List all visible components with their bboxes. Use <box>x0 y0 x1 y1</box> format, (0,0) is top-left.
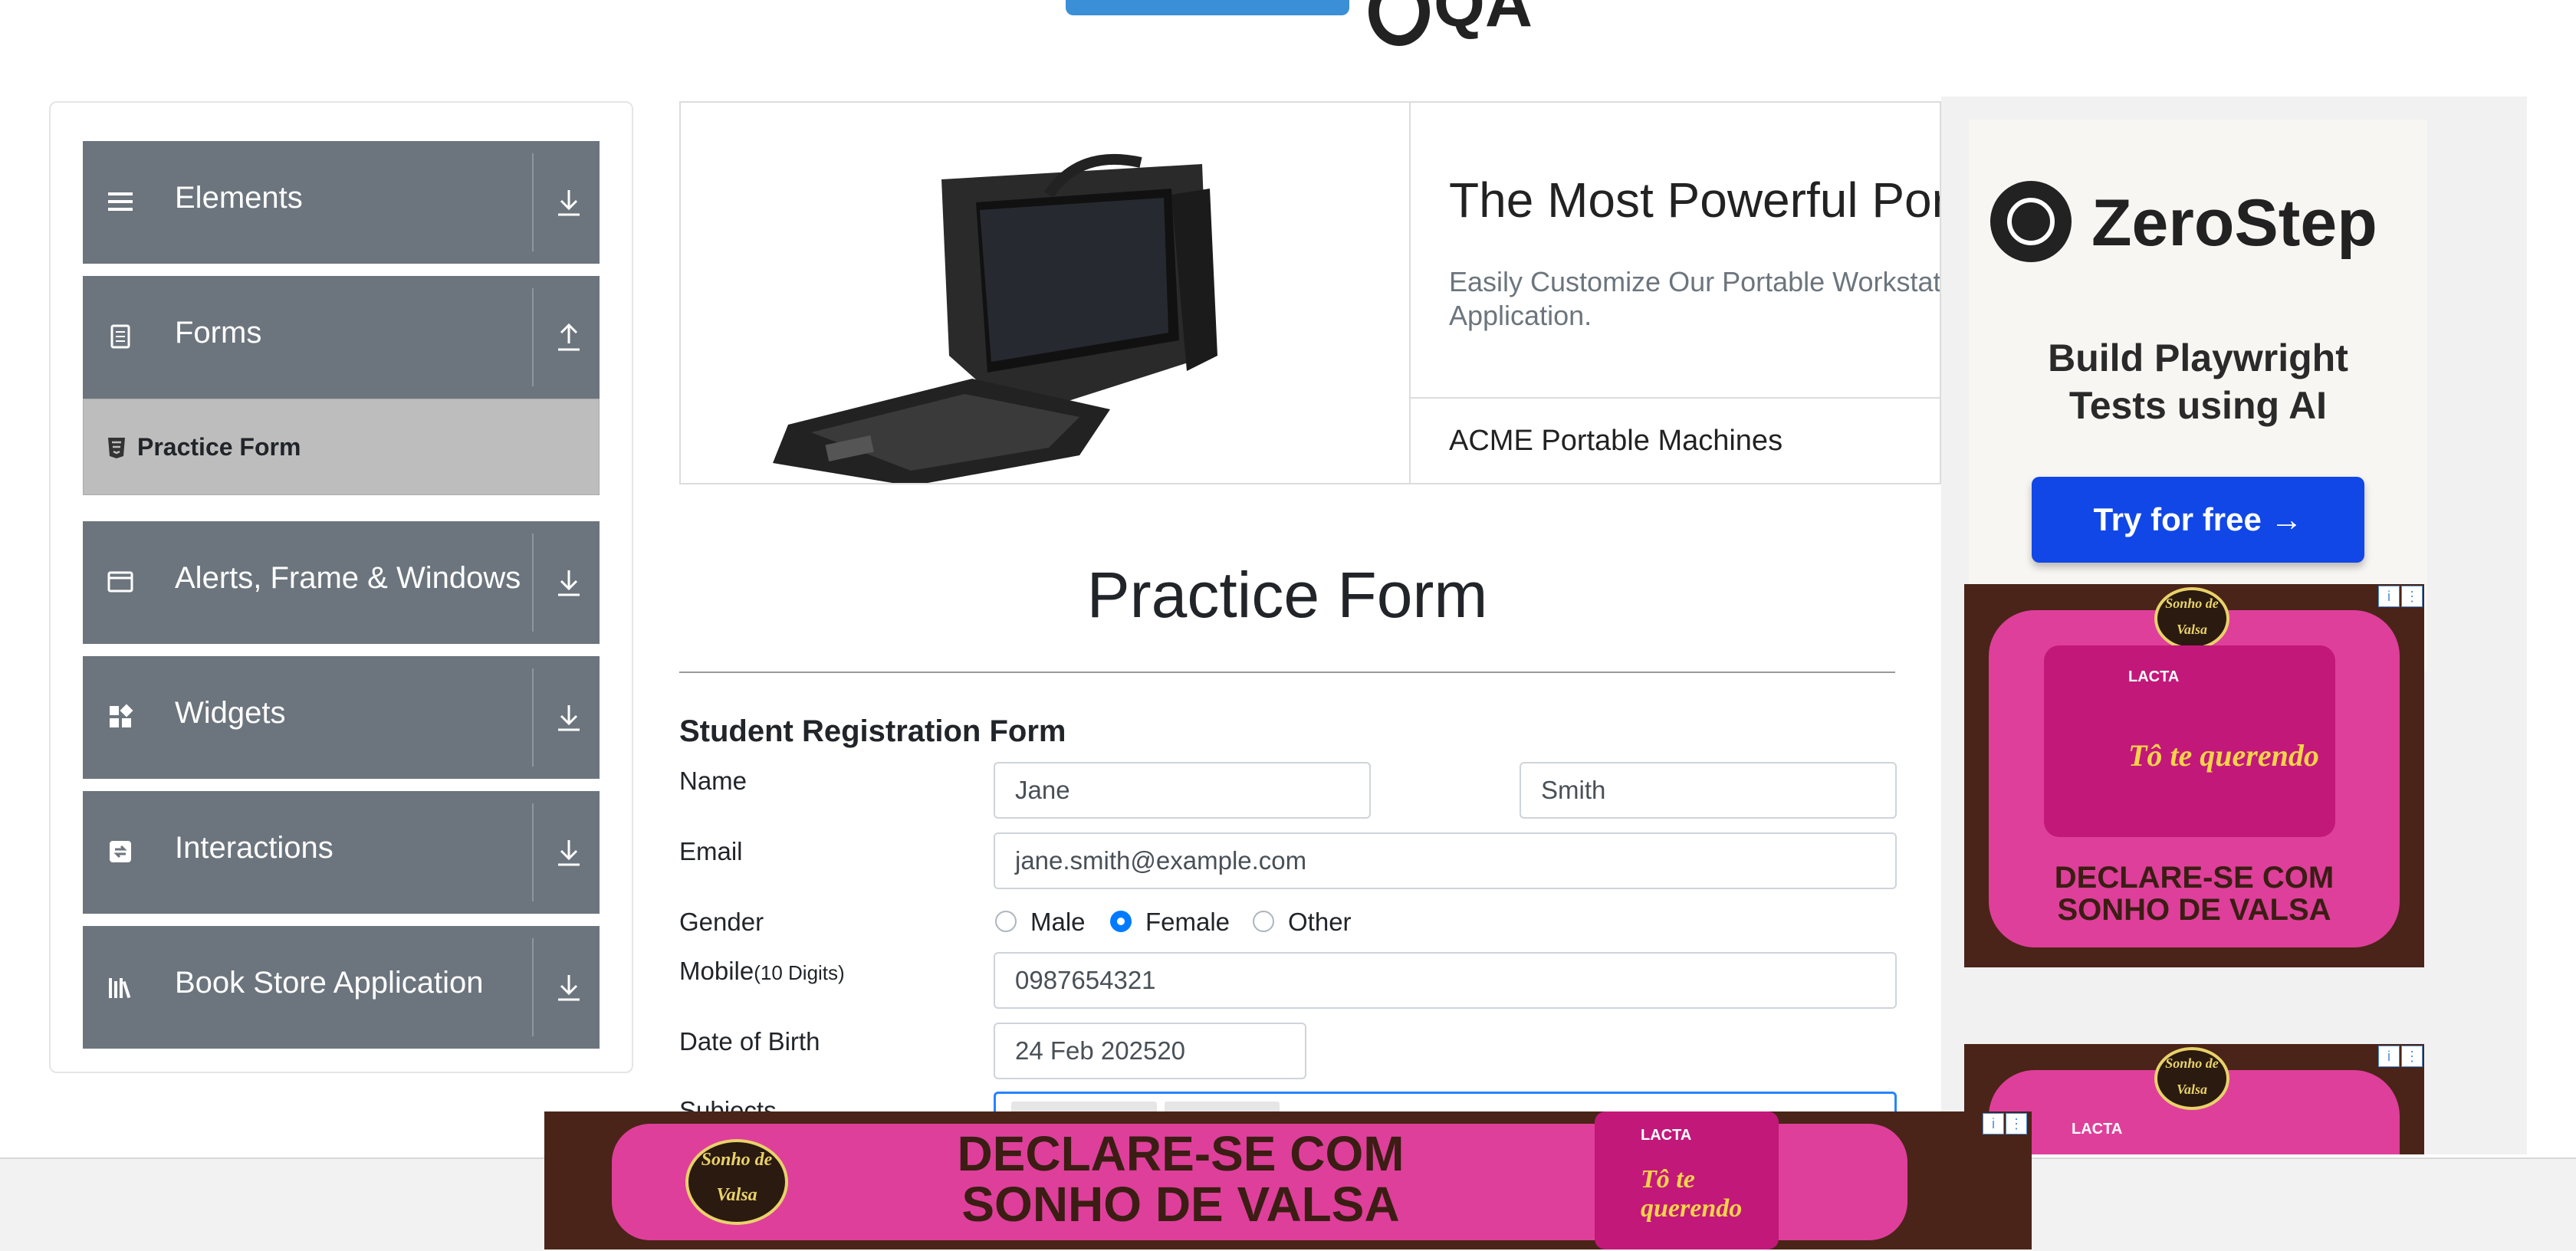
bottom-banner-ad[interactable]: Sonho de Valsa DECLARE-SE COM SONHO DE V… <box>544 1111 2032 1249</box>
sidebar-group-label: Book Store Application <box>175 966 484 1000</box>
candy-label: Tô te querendo <box>2128 738 2319 773</box>
laptop-image <box>681 103 1411 483</box>
banner-description: Easily Customize Our Portable Workstat I… <box>1449 266 1941 331</box>
sidebar-group-label: Widgets <box>175 696 286 730</box>
sidebar-group-book-store[interactable]: Book Store Application <box>83 926 600 1049</box>
sidebar-group-widgets[interactable]: Widgets <box>83 656 600 779</box>
sync-icon <box>110 841 131 862</box>
lacta-logo: LACTA <box>2072 1121 2123 1138</box>
sidebar-accordion: Elements Forms Practice Form Alerts, Fra… <box>49 101 633 1073</box>
banner-title: The Most Powerful Por <box>1449 172 1941 228</box>
mobile-input[interactable]: 0987654321 <box>994 952 1897 1009</box>
sonho-de-valsa-ad-2[interactable]: Sonho de Valsa LACTA i ⋮ <box>1964 1044 2424 1154</box>
download-arrow-icon[interactable] <box>554 836 584 869</box>
divider <box>532 288 534 386</box>
download-arrow-icon[interactable] <box>554 566 584 599</box>
email-input[interactable]: jane.smith@example.com <box>994 832 1897 889</box>
sidebar-item-label: Practice Form <box>137 433 301 461</box>
divider <box>532 938 534 1036</box>
sidebar-group-label: Elements <box>175 181 303 215</box>
page-title: Practice Form <box>1086 559 1488 631</box>
form-section-title: Student Registration Form <box>679 714 1066 748</box>
banner-brand: ACME Portable Machines <box>1449 425 1783 457</box>
radio-label: Female <box>1145 908 1230 936</box>
widgets-icon <box>110 704 133 727</box>
window-icon <box>107 571 133 593</box>
radio-label: Other <box>1288 908 1352 936</box>
download-arrow-icon[interactable] <box>554 186 584 219</box>
divider <box>1411 397 1940 399</box>
sidebar-group-label: Alerts, Frame & Windows <box>175 561 521 595</box>
radio-label: Male <box>1030 908 1086 936</box>
ad-menu-icon[interactable]: ⋮ <box>2006 1113 2027 1134</box>
radio-button[interactable] <box>995 911 1017 932</box>
site-logo[interactable]: QA <box>1066 0 1549 49</box>
document-icon <box>110 324 130 349</box>
ad-info-icon[interactable]: i <box>2378 586 2400 607</box>
books-icon <box>109 978 131 999</box>
divider <box>532 153 534 251</box>
download-arrow-icon[interactable] <box>554 701 584 734</box>
ad-menu-icon[interactable]: ⋮ <box>2401 586 2423 607</box>
ad-info-icon[interactable]: i <box>1983 1113 2004 1134</box>
last-name-input[interactable]: Smith <box>1520 762 1897 819</box>
ad-headline-line1: Build Playwright <box>2048 337 2348 379</box>
sonho-logo: Sonho de Valsa <box>2154 587 2229 650</box>
sidebar-group-label: Forms <box>175 316 262 350</box>
ad-slogan-line1: DECLARE-SE COM <box>957 1126 1405 1181</box>
sidebar-group-elements[interactable]: Elements <box>83 141 600 264</box>
promo-banner[interactable]: The Most Powerful Por Easily Customize O… <box>679 101 1941 484</box>
radio-button-checked[interactable] <box>1110 911 1132 932</box>
download-arrow-icon[interactable] <box>554 970 584 1004</box>
candy-label: Tô te querendo <box>1641 1165 1743 1223</box>
divider <box>679 671 1895 673</box>
sonho-logo: Sonho de Valsa <box>2154 1047 2229 1110</box>
name-label: Name <box>679 767 748 795</box>
ad-slogan-line1: DECLARE-SE COM <box>2054 861 2334 895</box>
mobile-label-text: Mobile <box>679 957 754 985</box>
ad-headline-line2: Tests using AI <box>2068 384 2328 427</box>
mobile-hint: (10 Digits) <box>754 961 845 984</box>
candy-image: Tô te querendo LACTA <box>2044 645 2335 837</box>
sonho-de-valsa-ad[interactable]: Sonho de Valsa Tô te querendo LACTA DECL… <box>1964 584 2424 967</box>
zerostep-logo-icon <box>1990 181 2072 262</box>
html5-icon <box>108 438 125 458</box>
email-label: Email <box>679 837 743 865</box>
divider <box>532 803 534 901</box>
ad-slogan: DECLARE-SE COM SONHO DE VALSA <box>882 1128 1480 1230</box>
divider <box>532 668 534 767</box>
dob-input[interactable]: 24 Feb 202520 <box>994 1023 1306 1079</box>
first-name-input[interactable]: Jane <box>994 762 1371 819</box>
lacta-logo: LACTA <box>1641 1127 1692 1144</box>
logo-qa-mark: QA <box>1434 0 1533 41</box>
ad-slogan: DECLARE-SE COM SONHO DE VALSA <box>1989 862 2400 926</box>
gear-icon <box>1368 0 1430 46</box>
ad-info-icon[interactable]: i <box>2378 1046 2400 1067</box>
ad-menu-icon[interactable]: ⋮ <box>2401 1046 2423 1067</box>
logo-text-shape <box>1066 0 1349 15</box>
upload-arrow-icon[interactable] <box>554 320 584 354</box>
mobile-label: Mobile(10 Digits) <box>679 957 845 986</box>
ad-sidebar[interactable]: ZeroStep Build Playwright Tests using AI… <box>1941 97 2527 1154</box>
list-icon <box>108 192 133 211</box>
sidebar-group-interactions[interactable]: Interactions <box>83 791 600 914</box>
gender-label: Gender <box>679 908 764 936</box>
divider <box>532 534 534 632</box>
ad-slogan-line2: SONHO DE VALSA <box>961 1177 1400 1232</box>
sidebar-group-label: Interactions <box>175 831 334 865</box>
ad-slogan-line2: SONHO DE VALSA <box>2057 893 2331 927</box>
sidebar-item-practice-form[interactable]: Practice Form <box>83 399 600 495</box>
radio-button[interactable] <box>1253 911 1274 932</box>
lacta-logo: LACTA <box>2128 668 2180 685</box>
try-for-free-button[interactable]: Try for free → <box>2032 477 2364 563</box>
sidebar-group-alerts-frame-windows[interactable]: Alerts, Frame & Windows <box>83 521 600 644</box>
candy-image: LACTA Tô te querendo <box>1595 1111 1779 1249</box>
dob-label: Date of Birth <box>679 1027 820 1056</box>
sonho-logo: Sonho de Valsa <box>685 1139 788 1225</box>
zerostep-name: ZeroStep <box>2091 186 2377 260</box>
sidebar-group-forms[interactable]: Forms <box>83 276 600 399</box>
